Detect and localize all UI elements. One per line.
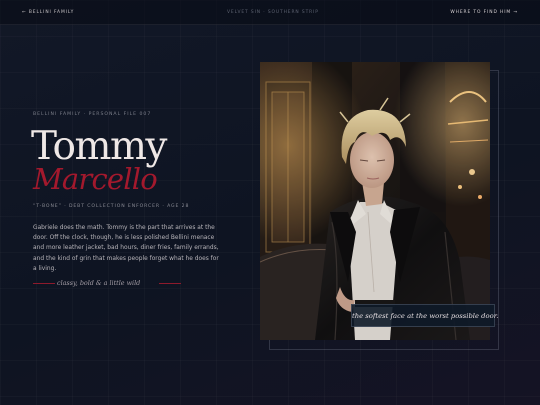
bio-paragraph: Gabriele does the math. Tommy is the par… [33,225,219,272]
role-subtitle: “T-BONE” · DEBT COLLECTION ENFORCER · AG… [33,204,190,209]
tagline-rule-left [33,283,55,284]
back-link[interactable]: ← BELLINI FAMILY [22,9,74,16]
photo-caption: the softest face at the worst possible d… [351,304,498,327]
last-name: Marcello [33,162,158,196]
tagline-row: classy, bold & a little wild [33,278,181,288]
tagline-rule-right [159,283,181,284]
where-to-find-link[interactable]: WHERE TO FIND HIM → [450,9,518,16]
file-kicker: BELLINI FAMILY · PERSONAL FILE 007 [33,112,152,117]
location-label: VELVET SIN · SOUTHERN STRIP [227,10,319,15]
top-nav: ← BELLINI FAMILY VELVET SIN · SOUTHERN S… [0,0,540,25]
tagline: classy, bold & a little wild [57,279,141,287]
portrait-photo [260,62,490,340]
